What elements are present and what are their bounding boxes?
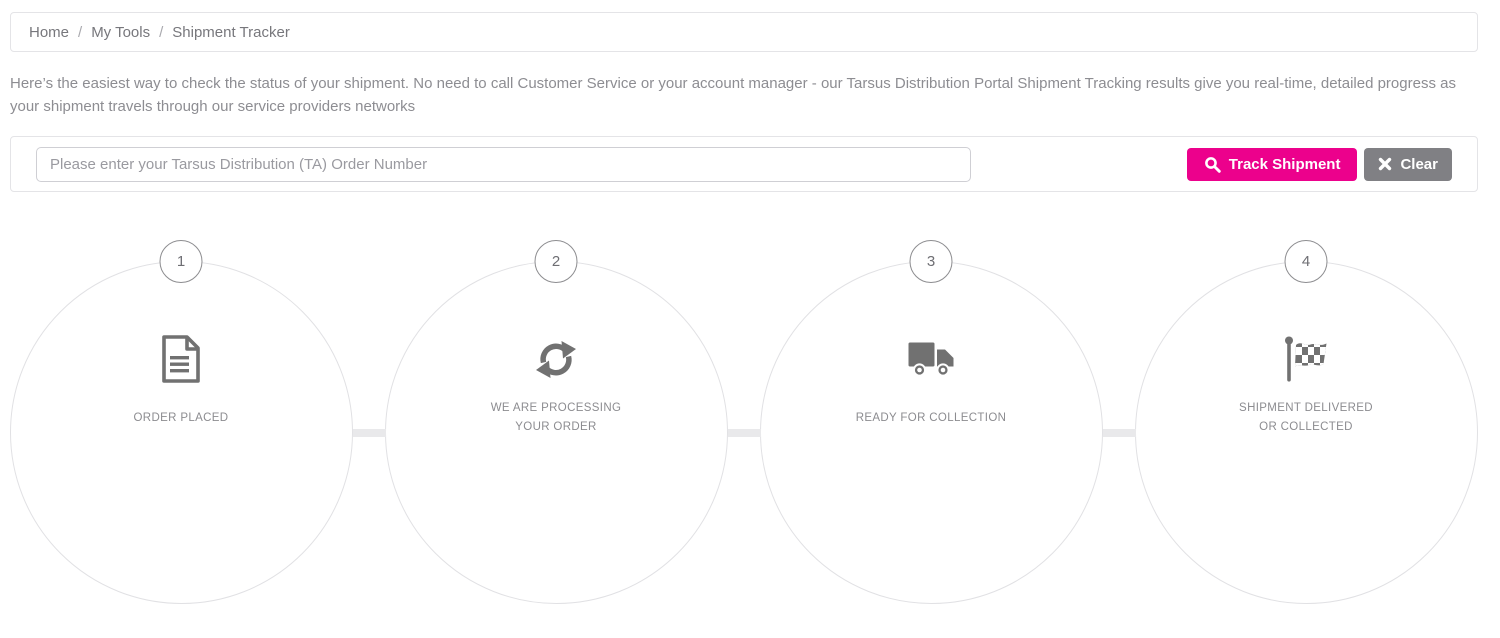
breadcrumb-separator: /: [159, 23, 164, 41]
step-number-badge: 4: [1284, 240, 1328, 283]
step-number-badge: 2: [534, 240, 578, 283]
order-number-input[interactable]: [36, 146, 971, 182]
step-label: READY FOR COLLECTION: [855, 411, 1007, 424]
document-icon: [162, 335, 200, 383]
clear-label: Clear: [1400, 155, 1438, 173]
step-label: ORDER PLACED: [133, 411, 229, 424]
track-shipment-button[interactable]: Track Shipment: [1186, 147, 1358, 181]
shipment-tracker-page: Home / My Tools / Shipment Tracker Here’…: [0, 0, 1500, 638]
step-ready-for-collection: 3 READY FOR COLLECTION: [727, 240, 1103, 604]
breadcrumb-item-shipment-tracker: Shipment Tracker: [172, 23, 290, 41]
search-icon: [1204, 156, 1221, 173]
shipment-progress-steps: 1 ORDER PLACED 2 WE ARE PROCESSING YOUR …: [0, 192, 1500, 638]
clear-button[interactable]: Clear: [1364, 147, 1452, 181]
truck-icon: [908, 342, 953, 377]
step-number-badge: 3: [909, 240, 953, 283]
search-bar: Track Shipment Clear: [10, 136, 1478, 192]
step-label: SHIPMENT DELIVERED OR COLLECTED: [1239, 402, 1373, 433]
checkered-flag-icon: [1284, 336, 1326, 381]
step-shipment-delivered: 4 SHIPMENT DELIVERED OR COLLECTED: [1102, 240, 1478, 604]
step-order-placed: 1 ORDER PLACED: [9, 240, 353, 604]
page-description: Here’s the easiest way to check the stat…: [10, 75, 1456, 115]
breadcrumb-separator: /: [78, 23, 83, 41]
track-shipment-label: Track Shipment: [1228, 155, 1341, 173]
breadcrumb-item-my-tools[interactable]: My Tools: [91, 24, 150, 41]
refresh-icon: [536, 340, 576, 378]
close-icon: [1379, 157, 1392, 171]
breadcrumb: Home / My Tools / Shipment Tracker: [10, 12, 1478, 52]
breadcrumb-item-home[interactable]: Home: [29, 24, 69, 41]
step-number-badge: 1: [159, 240, 203, 283]
step-label: WE ARE PROCESSING YOUR ORDER: [490, 402, 622, 433]
step-processing-order: 2 WE ARE PROCESSING YOUR ORDER: [352, 240, 728, 604]
